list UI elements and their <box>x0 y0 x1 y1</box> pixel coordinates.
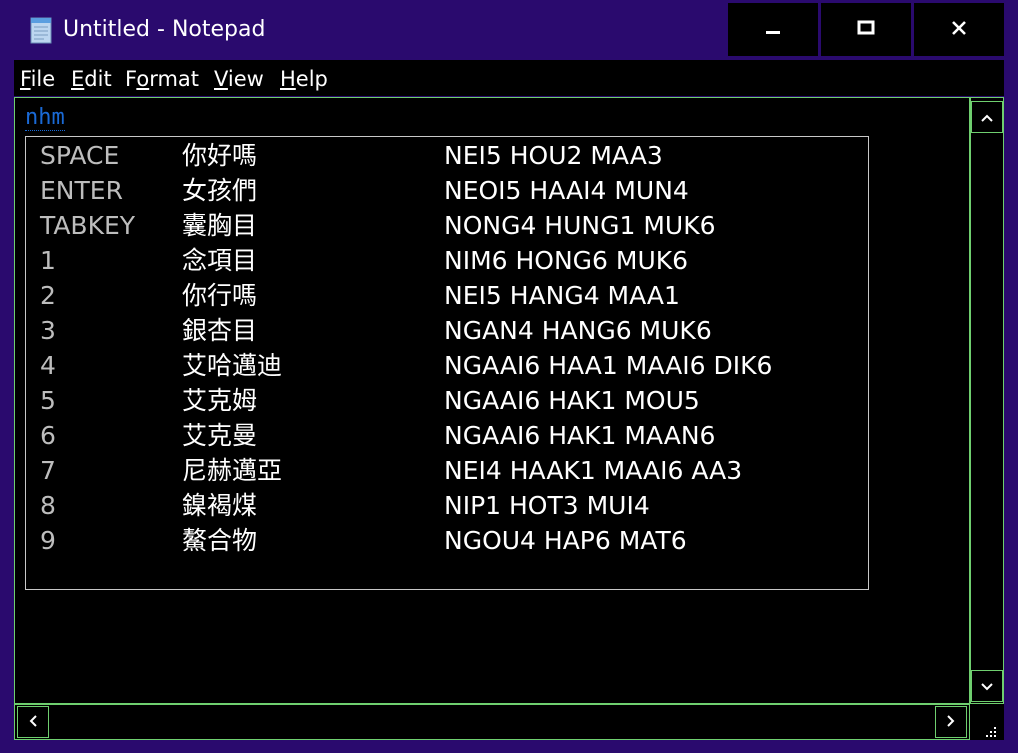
minimize-button[interactable] <box>728 3 818 56</box>
menu-view[interactable]: View <box>214 66 264 92</box>
candidate-row[interactable]: 6 艾克曼 NGAAI6 HAK1 MAAN6 <box>26 418 866 453</box>
candidate-jyutping: NGAAI6 HAA1 MAAI6 DIK6 <box>444 351 773 380</box>
menu-help[interactable]: Help <box>280 66 328 92</box>
candidate-chars: 艾克曼 <box>182 421 258 450</box>
candidate-jyutping: NIM6 HONG6 MUK6 <box>444 246 689 275</box>
chevron-up-icon <box>980 108 994 127</box>
candidate-key: 5 <box>40 386 56 415</box>
candidate-chars: 囊胸目 <box>182 211 258 240</box>
candidate-chars: 念項目 <box>182 246 258 275</box>
candidate-jyutping: NGAN4 HANG6 MUK6 <box>444 316 712 345</box>
window-title: Untitled - Notepad <box>63 17 266 42</box>
candidate-chars: 你行嗎 <box>182 281 258 310</box>
candidate-key: 3 <box>40 316 56 345</box>
scroll-up-button[interactable] <box>971 101 1003 133</box>
maximize-icon <box>857 20 875 40</box>
candidate-chars: 尼赫邁亞 <box>182 456 283 485</box>
candidate-row[interactable]: TABKEY 囊胸目 NONG4 HUNG1 MUK6 <box>26 208 866 243</box>
candidate-jyutping: NONG4 HUNG1 MUK6 <box>444 211 716 240</box>
scroll-down-button[interactable] <box>971 670 1003 702</box>
candidate-row[interactable]: 4 艾哈邁迪 NGAAI6 HAA1 MAAI6 DIK6 <box>26 348 866 383</box>
candidate-row[interactable]: SPACE 你好嗎 NEI5 HOU2 MAA3 <box>26 138 866 173</box>
title-bar[interactable]: Untitled - Notepad <box>0 0 1018 60</box>
candidate-jyutping: NEI5 HOU2 MAA3 <box>444 141 663 170</box>
close-button[interactable] <box>914 3 1004 56</box>
candidate-jyutping: NGOU4 HAP6 MAT6 <box>444 526 687 555</box>
candidate-jyutping: NEOI5 HAAI4 MUN4 <box>444 176 689 205</box>
size-grip-icon <box>984 724 998 743</box>
menu-format[interactable]: Format <box>125 66 199 92</box>
vertical-scrollbar[interactable] <box>970 97 1004 704</box>
candidate-row[interactable]: 7 尼赫邁亞 NEI4 HAAK1 MAAI6 AA3 <box>26 453 866 488</box>
candidate-jyutping: NEI4 HAAK1 MAAI6 AA3 <box>444 456 743 485</box>
size-grip[interactable] <box>970 704 1004 740</box>
candidate-key: 6 <box>40 421 56 450</box>
horizontal-scrollbar[interactable] <box>14 704 970 740</box>
notepad-icon <box>28 15 54 45</box>
candidate-jyutping: NEI5 HANG4 MAA1 <box>444 281 680 310</box>
menu-bar: File Edit Format View Help <box>14 60 1004 96</box>
candidate-row[interactable]: 2 你行嗎 NEI5 HANG4 MAA1 <box>26 278 866 313</box>
candidate-key: ENTER <box>40 176 123 205</box>
candidate-chars: 鎳褐煤 <box>182 491 258 520</box>
candidate-row[interactable]: 9 鰲合物 NGOU4 HAP6 MAT6 <box>26 523 866 558</box>
candidate-row[interactable]: 3 銀杏目 NGAN4 HANG6 MUK6 <box>26 313 866 348</box>
scroll-left-button[interactable] <box>17 706 49 738</box>
notepad-window: Untitled - Notepad File Edit Format View… <box>0 0 1018 753</box>
candidate-key: 9 <box>40 526 56 555</box>
candidate-chars: 女孩們 <box>182 176 258 205</box>
chevron-left-icon <box>28 713 38 732</box>
candidate-key: TABKEY <box>40 211 136 240</box>
minimize-icon <box>765 20 781 40</box>
candidate-row[interactable]: 8 鎳褐煤 NIP1 HOT3 MUI4 <box>26 488 866 523</box>
maximize-button[interactable] <box>821 3 911 56</box>
close-icon <box>951 20 967 40</box>
chevron-right-icon <box>946 713 956 732</box>
candidate-key: SPACE <box>40 141 120 170</box>
candidate-key: 1 <box>40 246 56 275</box>
candidate-key: 8 <box>40 491 56 520</box>
candidate-chars: 鰲合物 <box>182 526 258 555</box>
menu-file[interactable]: File <box>20 66 55 92</box>
ime-candidate-window: SPACE 你好嗎 NEI5 HOU2 MAA3 ENTER 女孩們 NEOI5… <box>25 136 869 590</box>
candidate-key: 4 <box>40 351 56 380</box>
candidate-chars: 你好嗎 <box>182 141 258 170</box>
candidate-row[interactable]: ENTER 女孩們 NEOI5 HAAI4 MUN4 <box>26 173 866 208</box>
candidate-key: 7 <box>40 456 56 485</box>
text-editor[interactable]: nhm SPACE 你好嗎 NEI5 HOU2 MAA3 ENTER 女孩們 N… <box>14 97 970 704</box>
candidate-chars: 艾克姆 <box>182 386 258 415</box>
candidate-row[interactable]: 5 艾克姆 NGAAI6 HAK1 MOU5 <box>26 383 866 418</box>
scroll-right-button[interactable] <box>935 706 967 738</box>
candidate-jyutping: NGAAI6 HAK1 MOU5 <box>444 386 700 415</box>
candidate-jyutping: NIP1 HOT3 MUI4 <box>444 491 650 520</box>
candidate-jyutping: NGAAI6 HAK1 MAAN6 <box>444 421 716 450</box>
candidate-key: 2 <box>40 281 56 310</box>
candidate-chars: 艾哈邁迪 <box>182 351 283 380</box>
candidate-row[interactable]: 1 念項目 NIM6 HONG6 MUK6 <box>26 243 866 278</box>
chevron-down-icon <box>980 677 994 696</box>
menu-edit[interactable]: Edit <box>71 66 112 92</box>
composition-text: nhm <box>25 105 65 131</box>
candidate-chars: 銀杏目 <box>182 316 258 345</box>
